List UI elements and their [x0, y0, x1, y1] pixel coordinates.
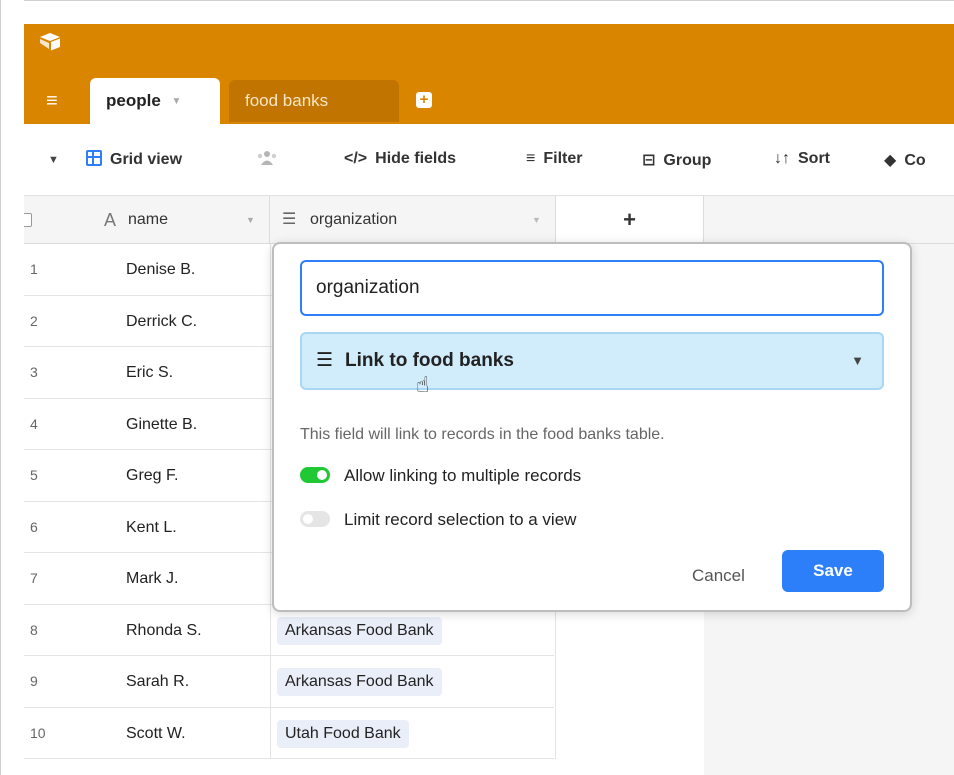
select-all-checkbox[interactable]	[24, 213, 32, 227]
tab-people-label: people	[106, 91, 161, 110]
save-button[interactable]: Save	[782, 550, 884, 592]
color-label: Co	[904, 152, 926, 169]
chevron-down-icon[interactable]: ▼	[532, 196, 541, 244]
field-name-input[interactable]	[300, 260, 884, 316]
row-number: 2	[30, 312, 38, 329]
row-number: 1	[30, 261, 38, 277]
grid-header: A name ▼ ☰ organization ▼ +	[24, 196, 954, 244]
option-limit-view[interactable]: Limit record selection to a view	[300, 510, 576, 530]
chevron-down-icon[interactable]: ▼	[246, 196, 255, 244]
tab-people[interactable]: people ▼	[90, 78, 220, 124]
field-config-popup: ☰ Link to food banks ▼ ☝ This field will …	[272, 242, 912, 612]
sort-label: Sort	[798, 150, 830, 167]
window-frame-top	[0, 0, 954, 24]
field-type-label: Link to food banks	[345, 350, 514, 371]
table-row[interactable]: 8 Rhonda S. Arkansas Food Bank	[24, 604, 556, 656]
column-header-name[interactable]: A name ▼	[24, 196, 270, 244]
color-button[interactable]: ◆ Co	[884, 150, 926, 170]
hamburger-menu-icon[interactable]: ≡	[46, 90, 70, 112]
linked-record-pill[interactable]: Arkansas Food Bank	[277, 668, 442, 696]
add-table-icon[interactable]: +	[416, 92, 432, 108]
chevron-down-icon: ▼	[851, 353, 864, 368]
add-column-label: +	[623, 207, 636, 232]
row-name-cell[interactable]: Ginette B.	[126, 399, 197, 450]
view-switcher-caret-icon[interactable]: ▼	[48, 154, 59, 166]
group-icon: ⊟	[642, 152, 656, 169]
view-switcher-button[interactable]: Grid view	[86, 150, 182, 169]
row-name-cell[interactable]: Sarah R.	[126, 656, 189, 707]
text-field-icon: A	[104, 210, 117, 230]
row-name-cell[interactable]: Greg F.	[126, 450, 178, 501]
table-row[interactable]: 10 Scott W. Utah Food Bank	[24, 707, 556, 759]
group-label: Group	[663, 152, 712, 169]
row-name-cell[interactable]: Derrick C.	[126, 296, 197, 347]
option-multiple-records[interactable]: Allow linking to multiple records	[300, 466, 581, 486]
collaborators-icon[interactable]	[256, 150, 278, 169]
row-number: 4	[30, 415, 38, 432]
row-name-cell[interactable]: Mark J.	[126, 553, 178, 604]
row-number: 3	[30, 364, 38, 380]
filter-icon: ≡	[526, 150, 536, 167]
row-number: 9	[30, 673, 38, 689]
field-type-select[interactable]: ☰ Link to food banks ▼	[300, 332, 884, 390]
row-name-cell[interactable]: Kent L.	[126, 502, 177, 553]
row-name-cell[interactable]: Eric S.	[126, 347, 173, 398]
grid-view-icon	[86, 150, 102, 166]
hide-fields-button[interactable]: </> Hide fields	[344, 150, 456, 168]
row-number: 6	[30, 518, 38, 535]
column-header-organization[interactable]: ☰ organization ▼	[270, 196, 556, 244]
sort-icon: ↓↑	[774, 150, 790, 167]
hide-fields-label: Hide fields	[375, 150, 457, 167]
airtable-logo-icon[interactable]	[38, 32, 62, 52]
field-description: This field will link to records in the f…	[300, 426, 665, 443]
filter-button[interactable]: ≡ Filter	[526, 150, 582, 168]
row-name-cell[interactable]: Denise B.	[126, 244, 195, 295]
tab-food-banks-label: food banks	[245, 91, 329, 110]
row-name-cell[interactable]: Rhonda S.	[126, 605, 202, 656]
option-multiple-label: Allow linking to multiple records	[344, 466, 582, 485]
row-number: 10	[30, 724, 46, 741]
option-view-label: Limit record selection to a view	[344, 510, 577, 529]
row-number: 8	[30, 621, 38, 638]
top-bar: ≡ people ▼ food banks +	[24, 24, 954, 124]
hide-fields-icon: </>	[344, 150, 368, 167]
row-organization-cell[interactable]: Utah Food Bank	[270, 707, 556, 759]
group-button[interactable]: ⊟ Group	[642, 150, 711, 170]
link-field-icon: ☰	[316, 350, 334, 371]
row-name-cell[interactable]: Scott W.	[126, 708, 186, 759]
view-toolbar: ▼ Grid view </> Hide fields ≡ Filter ⊟ Grou…	[24, 124, 954, 196]
sort-button[interactable]: ↓↑ Sort	[774, 150, 830, 168]
link-field-icon: ☰	[282, 211, 297, 228]
linked-record-pill[interactable]: Utah Food Bank	[277, 719, 409, 748]
row-organization-cell[interactable]: Arkansas Food Bank	[270, 604, 556, 656]
cancel-button[interactable]: Cancel	[692, 566, 745, 586]
table-row[interactable]: 9 Sarah R. Arkansas Food Bank	[24, 656, 556, 708]
column-header-name-label: name	[128, 211, 169, 228]
column-header-organization-label: organization	[310, 211, 398, 228]
limit-view-toggle[interactable]	[300, 511, 330, 527]
view-name: Grid view	[110, 151, 183, 168]
row-number: 7	[30, 570, 38, 586]
row-number: 5	[30, 467, 38, 483]
window-frame-left	[0, 0, 24, 775]
tab-food-banks[interactable]: food banks	[229, 80, 399, 122]
row-organization-cell[interactable]: Arkansas Food Bank	[270, 656, 556, 707]
linked-record-pill[interactable]: Arkansas Food Bank	[277, 616, 442, 645]
paint-bucket-icon: ◆	[884, 152, 897, 169]
hand-cursor-icon: ☝	[416, 372, 430, 397]
chevron-down-icon[interactable]: ▼	[172, 96, 182, 107]
add-column-button[interactable]: +	[556, 196, 704, 244]
filter-label: Filter	[543, 150, 583, 167]
app: ≡ people ▼ food banks + ▼ Grid view </> H…	[24, 24, 954, 775]
multiple-records-toggle[interactable]	[300, 467, 330, 483]
